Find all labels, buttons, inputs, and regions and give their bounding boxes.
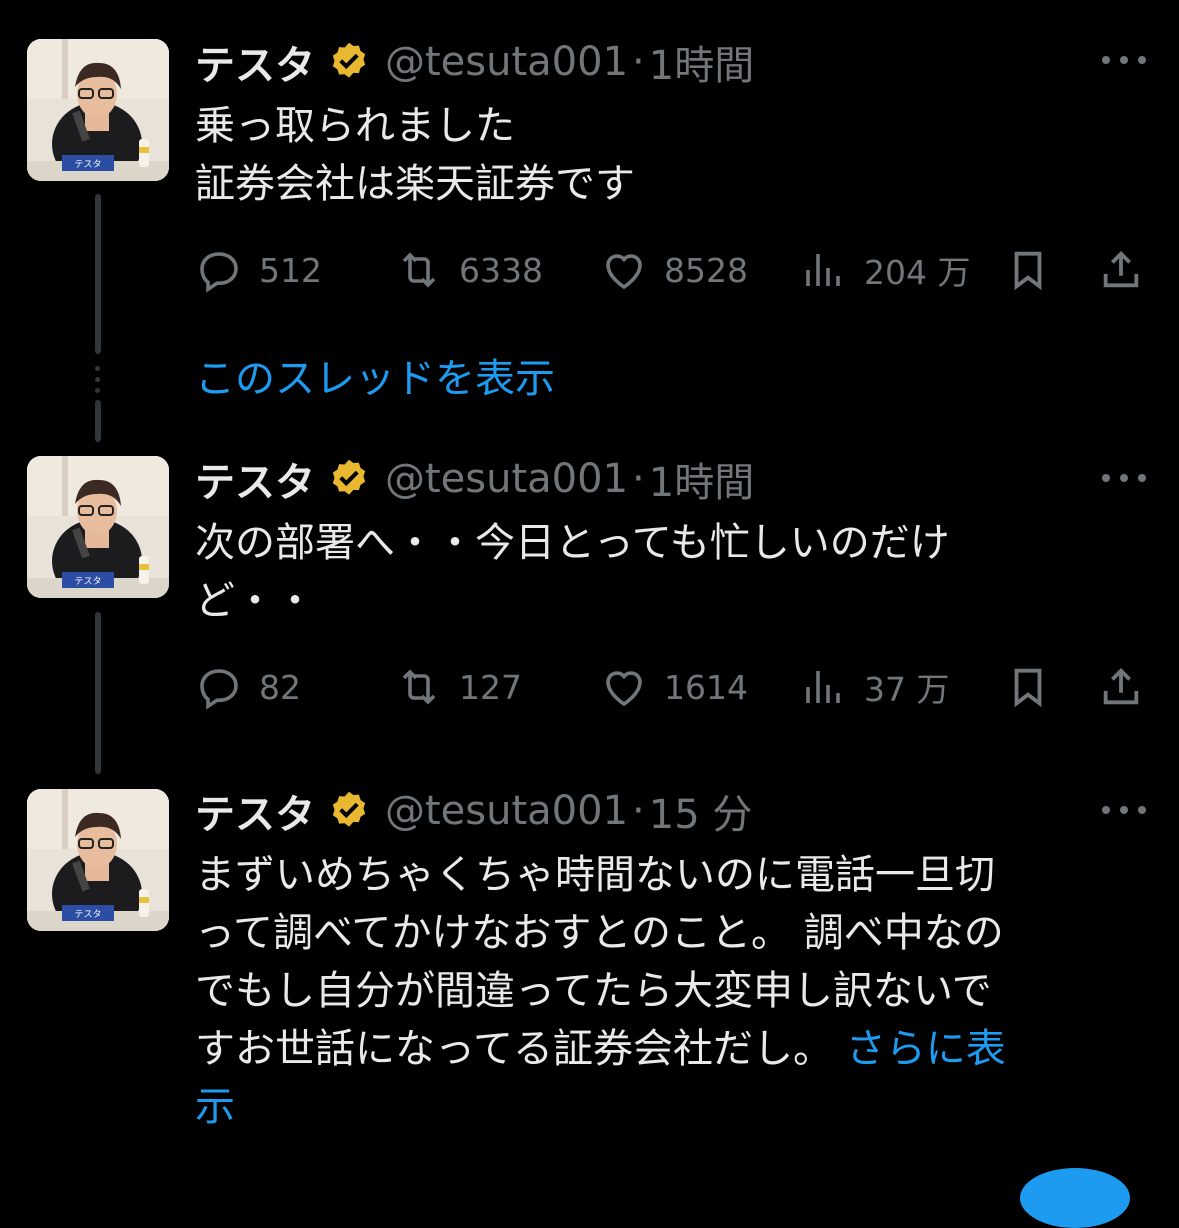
views-icon bbox=[806, 254, 840, 286]
more-icon[interactable] bbox=[1102, 50, 1146, 70]
verified-badge-icon bbox=[332, 42, 366, 78]
reply-count: 82 bbox=[259, 667, 301, 707]
reply-icon bbox=[200, 669, 238, 710]
avatar-nameplate: テスタ bbox=[74, 909, 101, 920]
retweet-button[interactable]: 6338 bbox=[395, 245, 543, 295]
reply-count: 512 bbox=[259, 250, 322, 290]
avatar[interactable]: テスタ bbox=[27, 789, 169, 931]
tweet-actions: 512 6338 8528 204 万 bbox=[195, 245, 1155, 295]
more-icon[interactable] bbox=[1102, 468, 1146, 488]
tweet-text-line: すお世話になってる証券会社だし。 さらに表 bbox=[195, 1020, 1125, 1078]
tweet[interactable]: テスタ テスタ @tesuta001 · 1時間 次の部署へ・・今日とっても忙し… bbox=[0, 420, 1179, 750]
tweet-text-fragment: すお世話になってる証券会社だし。 bbox=[195, 1026, 846, 1072]
tweet-time[interactable]: 1時間 bbox=[649, 450, 754, 508]
tweet-text: まずいめちゃくちゃ時間ないのに電話一旦切 って調べてかけなおすとのこと。 調べ中な… bbox=[195, 846, 1125, 1136]
tweet-header: テスタ @tesuta001 · 1時間 bbox=[195, 37, 754, 89]
tweet-time[interactable]: 1時間 bbox=[649, 33, 754, 91]
tweet-text: 次の部署へ・・今日とっても忙しいのだけ ど・・ bbox=[195, 514, 1125, 630]
bookmark-button[interactable] bbox=[1005, 245, 1053, 295]
share-button[interactable] bbox=[1098, 245, 1146, 295]
tweet-actions: 82 127 1614 37 万 bbox=[195, 662, 1155, 712]
tweet-text-line: 示 bbox=[195, 1078, 1125, 1136]
tweet-text-line: 次の部署へ・・今日とっても忙しいのだけ bbox=[195, 520, 950, 566]
views-icon bbox=[806, 671, 840, 703]
verified-badge-icon bbox=[332, 459, 366, 495]
share-icon bbox=[1103, 250, 1139, 288]
retweet-button[interactable]: 127 bbox=[395, 662, 522, 712]
show-more-link-tail[interactable]: 示 bbox=[195, 1084, 235, 1130]
retweet-icon bbox=[402, 669, 436, 705]
author-handle[interactable]: @tesuta001 bbox=[385, 788, 628, 834]
more-icon[interactable] bbox=[1102, 800, 1146, 820]
show-more-link[interactable]: さらに表 bbox=[846, 1026, 1006, 1072]
like-icon bbox=[606, 254, 642, 290]
avatar[interactable]: テスタ bbox=[27, 456, 169, 598]
author-handle[interactable]: @tesuta001 bbox=[385, 456, 628, 502]
retweet-icon bbox=[402, 252, 436, 288]
separator: · bbox=[632, 788, 645, 834]
views-button[interactable]: 37 万 bbox=[800, 662, 949, 712]
like-count: 1614 bbox=[664, 667, 748, 707]
author-name[interactable]: テスタ bbox=[195, 33, 315, 91]
avatar-nameplate: テスタ bbox=[74, 159, 101, 170]
tweet-text-line: ど・・ bbox=[195, 578, 315, 624]
tweet-header: テスタ @tesuta001 · 15 分 bbox=[195, 786, 752, 838]
share-button[interactable] bbox=[1098, 662, 1146, 712]
views-count: 37 万 bbox=[864, 670, 950, 709]
separator: · bbox=[632, 456, 645, 502]
avatar[interactable]: テスタ bbox=[27, 39, 169, 181]
thread-gap-dots bbox=[95, 366, 101, 399]
like-button[interactable]: 1614 bbox=[600, 662, 748, 712]
tweet[interactable]: テスタ テスタ @tesuta001 · 15 分 まずいめちゃくちゃ時間ないの… bbox=[0, 760, 1179, 1183]
like-icon bbox=[606, 671, 642, 707]
separator: · bbox=[632, 39, 645, 85]
views-button[interactable]: 204 万 bbox=[800, 245, 970, 295]
compose-button[interactable] bbox=[1020, 1168, 1130, 1228]
retweet-count: 127 bbox=[459, 667, 522, 707]
tweet[interactable]: テスタ テスタ @tesuta001 · 1時間 乗っ取られました証券会社は楽天… bbox=[0, 0, 1179, 330]
tweet-text-line: でもし自分が間違ってたら大変申し訳ないで bbox=[195, 968, 992, 1014]
verified-badge-icon bbox=[332, 791, 366, 827]
share-icon bbox=[1103, 667, 1139, 705]
reply-button[interactable]: 82 bbox=[195, 662, 301, 712]
views-count: 204 万 bbox=[864, 253, 971, 292]
show-thread-link[interactable]: このスレッドを表示 bbox=[195, 350, 555, 408]
like-button[interactable]: 8528 bbox=[600, 245, 748, 295]
tweet-text-line: って調べてかけなおすとのこと。 調べ中なの bbox=[195, 910, 1004, 956]
tweet-text-line: 乗っ取られました bbox=[195, 103, 515, 149]
author-name[interactable]: テスタ bbox=[195, 450, 315, 508]
author-handle[interactable]: @tesuta001 bbox=[385, 39, 628, 85]
tweet-text: 乗っ取られました証券会社は楽天証券です bbox=[195, 97, 1125, 213]
tweet-time[interactable]: 15 分 bbox=[649, 782, 753, 840]
retweet-count: 6338 bbox=[459, 250, 543, 290]
bookmark-icon bbox=[1014, 668, 1042, 708]
like-count: 8528 bbox=[664, 250, 748, 290]
bookmark-icon bbox=[1014, 251, 1042, 291]
author-name[interactable]: テスタ bbox=[195, 782, 315, 840]
tweet-text-line: まずいめちゃくちゃ時間ないのに電話一旦切 bbox=[195, 852, 995, 898]
reply-button[interactable]: 512 bbox=[195, 245, 322, 295]
tweet-header: テスタ @tesuta001 · 1時間 bbox=[195, 454, 754, 506]
reply-icon bbox=[200, 252, 238, 293]
avatar-nameplate: テスタ bbox=[74, 576, 101, 587]
tweet-text-line: 証券会社は楽天証券です bbox=[195, 161, 635, 207]
bookmark-button[interactable] bbox=[1005, 662, 1053, 712]
